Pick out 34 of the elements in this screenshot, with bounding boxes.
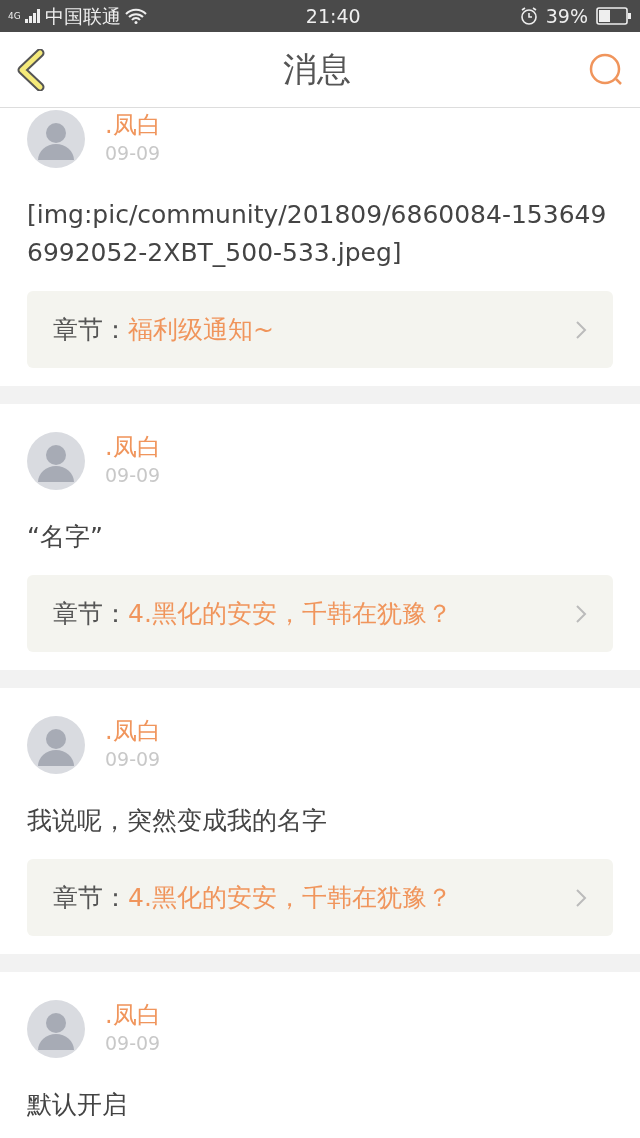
chapter-link[interactable]: 章节：福利级通知~ (27, 291, 613, 368)
avatar[interactable] (27, 716, 85, 774)
message-text: [img:pic/community/201809/6860084-1536496992052-2XBT_500-533.jpeg] (27, 199, 608, 269)
chapter-label: 章节： (53, 597, 128, 630)
avatar[interactable] (27, 1000, 85, 1058)
wifi-icon (124, 8, 147, 24)
network-label: 4G (8, 11, 21, 21)
message-text: “名字” (27, 521, 104, 553)
message-text: 默认开启 (27, 1089, 128, 1121)
chapter-label: 章节： (53, 881, 128, 914)
message-text: 我说呢，突然变成我的名字 (27, 805, 328, 837)
battery-icon (596, 7, 632, 25)
chapter-title: 4.黑化的安安，千韩在犹豫？ (128, 597, 453, 630)
battery-label: 39% (545, 3, 588, 29)
alarm-icon (519, 7, 538, 25)
chevron-icon (575, 887, 587, 908)
back-icon[interactable] (16, 48, 46, 91)
chevron-icon (575, 319, 587, 340)
user-name: .凤白 (105, 110, 161, 140)
user-name: .凤白 (105, 1000, 161, 1030)
page-title: 消息 (283, 48, 351, 91)
chevron-icon (575, 603, 587, 624)
chapter-label: 章节： (53, 313, 128, 346)
user-name: .凤白 (105, 716, 161, 746)
signal-icon (24, 9, 41, 23)
carrier-label: 中国联通 (44, 3, 121, 29)
chapter-title: 4.黑化的安安，千韩在犹豫？ (128, 881, 453, 914)
chapter-title: 福利级通知~ (128, 313, 275, 346)
user-name: .凤白 (105, 432, 161, 462)
avatar[interactable] (27, 110, 85, 168)
chapter-link[interactable]: 章节：4.黑化的安安，千韩在犹豫？ (27, 575, 613, 652)
chapter-link[interactable]: 章节：4.黑化的安安，千韩在犹豫？ (27, 859, 613, 936)
time-label: 21:40 (305, 3, 361, 29)
avatar[interactable] (27, 432, 85, 490)
